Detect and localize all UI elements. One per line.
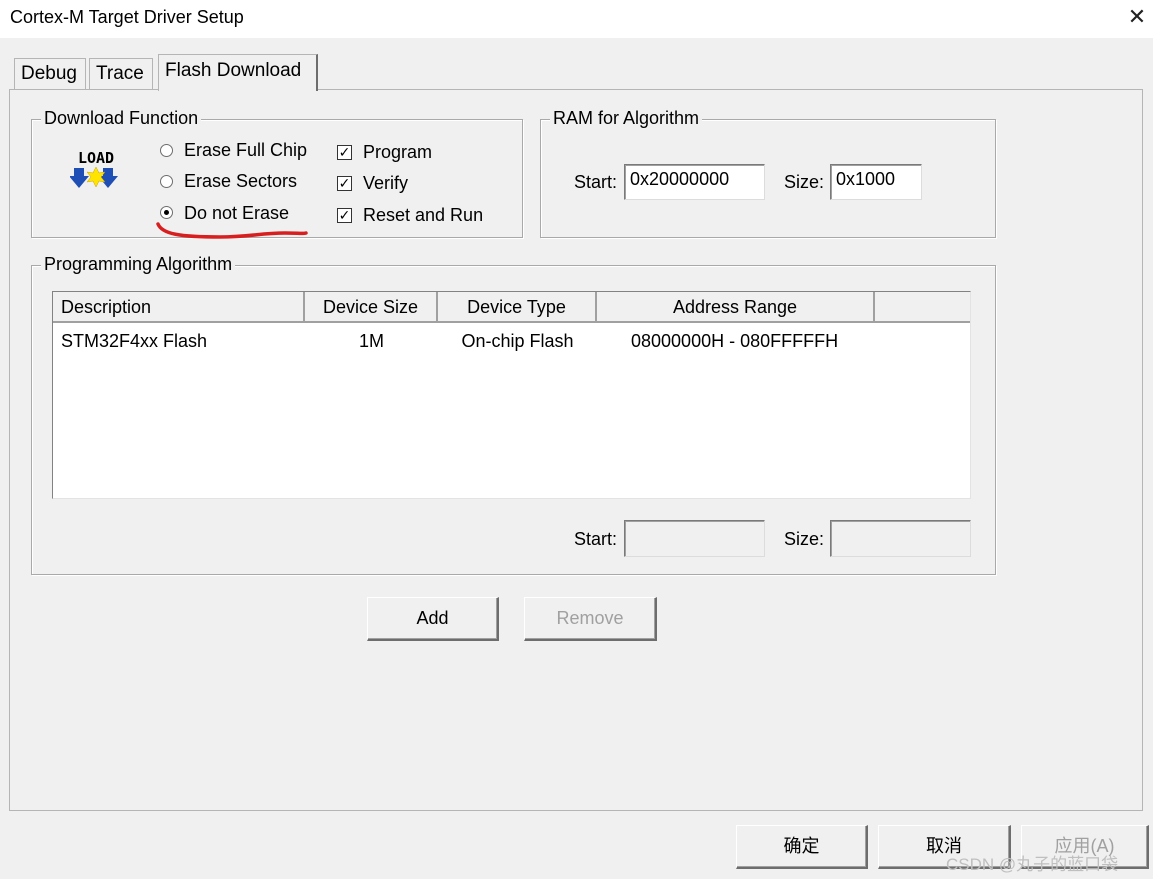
tab-trace[interactable]: Trace bbox=[89, 58, 153, 90]
add-button[interactable]: Add bbox=[367, 597, 499, 641]
tab-debug[interactable]: Debug bbox=[14, 58, 86, 90]
cell-address-range: 08000000H - 080FFFFFH bbox=[631, 331, 839, 351]
ram-for-algorithm-legend: RAM for Algorithm bbox=[550, 108, 703, 129]
column-header-device-size[interactable]: Device Size bbox=[305, 292, 438, 323]
window-title: Cortex-M Target Driver Setup bbox=[10, 7, 244, 27]
algorithm-list[interactable]: Description Device Size Device Type Addr… bbox=[52, 291, 971, 499]
ok-button[interactable]: 确定 bbox=[736, 825, 868, 869]
radio-erase-sectors[interactable] bbox=[160, 175, 173, 188]
ram-size-input[interactable]: 0x1000 bbox=[830, 164, 922, 200]
checkbox-reset-and-run-label[interactable]: Reset and Run bbox=[363, 205, 483, 226]
checkbox-program-label[interactable]: Program bbox=[363, 142, 432, 163]
algo-size-input[interactable] bbox=[830, 520, 971, 557]
download-function-legend: Download Function bbox=[41, 108, 202, 129]
close-icon[interactable]: ✕ bbox=[1124, 4, 1150, 30]
annotation-underline bbox=[156, 222, 308, 239]
cell-description: STM32F4xx Flash bbox=[61, 331, 208, 351]
column-header-empty bbox=[875, 292, 970, 323]
radio-erase-full-chip-label[interactable]: Erase Full Chip bbox=[184, 140, 307, 161]
remove-button[interactable]: Remove bbox=[524, 597, 657, 641]
checkbox-verify-label[interactable]: Verify bbox=[363, 173, 408, 194]
checkbox-program[interactable]: ✓ bbox=[337, 145, 352, 160]
column-header-address-range[interactable]: Address Range bbox=[597, 292, 875, 323]
algo-start-input[interactable] bbox=[624, 520, 765, 557]
radio-erase-full-chip[interactable] bbox=[160, 144, 173, 157]
column-header-description[interactable]: Description bbox=[53, 292, 305, 323]
column-header-device-type[interactable]: Device Type bbox=[438, 292, 597, 323]
checkbox-reset-and-run[interactable]: ✓ bbox=[337, 208, 352, 223]
cell-device-type: On-chip Flash bbox=[461, 331, 574, 351]
algo-size-label: Size: bbox=[784, 529, 825, 549]
svg-text:LOAD: LOAD bbox=[78, 149, 114, 167]
watermark: CSDN @丸子的蓝口袋 bbox=[946, 855, 1119, 874]
checkbox-verify[interactable]: ✓ bbox=[337, 176, 352, 191]
cell-device-size: 1M bbox=[358, 331, 384, 351]
algo-start-label: Start: bbox=[574, 529, 618, 549]
radio-do-not-erase[interactable] bbox=[160, 206, 173, 219]
load-icon: LOAD bbox=[69, 148, 122, 194]
table-row[interactable]: STM32F4xx Flash 1M On-chip Flash 0800000… bbox=[53, 324, 970, 354]
ram-start-input[interactable]: 0x20000000 bbox=[624, 164, 765, 200]
tab-flash-download[interactable]: Flash Download bbox=[158, 54, 318, 91]
ram-start-label: Start: bbox=[574, 172, 618, 192]
ram-size-label: Size: bbox=[784, 172, 825, 192]
radio-erase-sectors-label[interactable]: Erase Sectors bbox=[184, 171, 297, 192]
programming-algorithm-legend: Programming Algorithm bbox=[41, 254, 236, 275]
